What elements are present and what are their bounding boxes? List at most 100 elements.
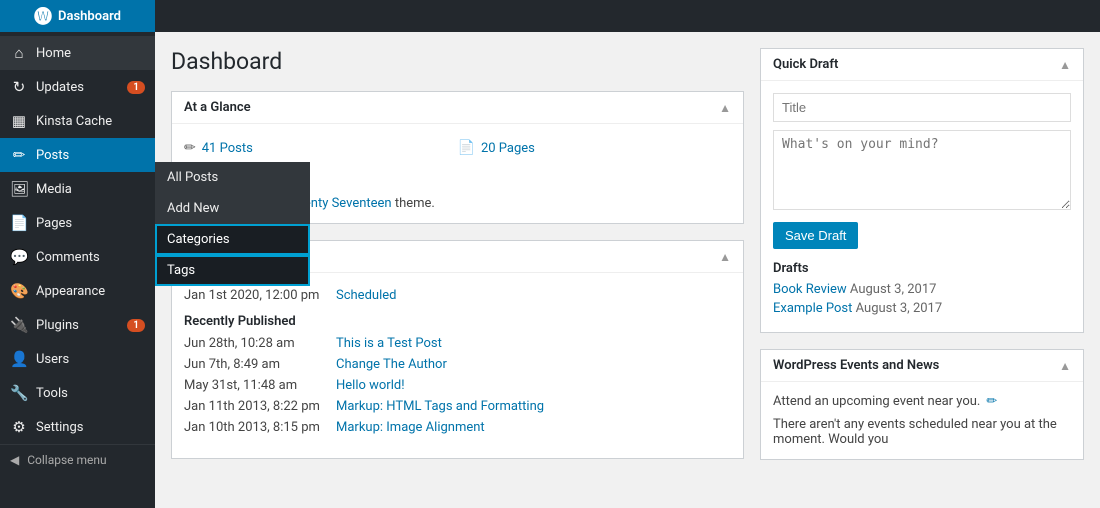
stat-pages[interactable]: 📄 20 Pages	[458, 136, 732, 160]
activity-link-2[interactable]: Change The Author	[336, 357, 447, 372]
quick-draft-title: Quick Draft	[773, 57, 838, 72]
no-events-text: There aren't any events scheduled near y…	[773, 417, 1071, 447]
stat-posts[interactable]: ✏ 41 Posts	[184, 136, 458, 160]
settings-icon: ⚙	[10, 418, 28, 436]
collapse-label: Collapse menu	[27, 453, 106, 467]
right-panel: Quick Draft ▲ Save Draft Drafts Book Rev…	[760, 32, 1100, 508]
sidebar-item-settings[interactable]: ⚙ Settings	[0, 410, 155, 444]
recently-published-section: Recently Published Jun 28th, 10:28 am Th…	[184, 314, 731, 438]
at-a-glance-toggle[interactable]: ▲	[719, 101, 731, 115]
sidebar-item-media[interactable]: 🖼 Media	[0, 172, 155, 206]
flyout-item-all-posts[interactable]: All Posts	[155, 162, 310, 193]
quick-draft-body-input[interactable]	[773, 130, 1071, 210]
sidebar-item-kinsta-cache[interactable]: ▦ Kinsta Cache	[0, 104, 155, 138]
sidebar-item-tools[interactable]: 🔧 Tools	[0, 376, 155, 410]
activity-date-1: Jun 28th, 10:28 am	[184, 336, 324, 351]
activity-link-5[interactable]: Markup: Image Alignment	[336, 420, 485, 435]
posts-flyout-menu: All Posts Add New Categories Tags	[155, 162, 310, 286]
at-a-glance-title: At a Glance	[184, 100, 251, 115]
comments-icon: 💬	[10, 248, 28, 266]
flyout-item-tags[interactable]: Tags	[155, 255, 310, 286]
quick-draft-toggle[interactable]: ▲	[1059, 58, 1071, 72]
wp-events-title: WordPress Events and News	[773, 358, 939, 373]
media-icon: 🖼	[10, 180, 28, 198]
wp-events-header: WordPress Events and News ▲	[761, 350, 1083, 382]
quick-draft-widget: Quick Draft ▲ Save Draft Drafts Book Rev…	[760, 48, 1084, 333]
drafts-section: Drafts Book Review August 3, 2017 Exampl…	[773, 261, 1071, 316]
admin-bar-logo[interactable]: 🅦 Dashboard	[0, 0, 155, 32]
draft-link-2[interactable]: Example Post	[773, 301, 852, 316]
draft-date-1: August 3, 2017	[850, 282, 937, 297]
draft-item-2: Example Post August 3, 2017	[773, 301, 1071, 316]
activity-date-2: Jun 7th, 8:49 am	[184, 357, 324, 372]
wp-logo-icon: 🅦	[34, 3, 52, 29]
collapse-menu[interactable]: ◀ Collapse menu	[0, 444, 155, 475]
stat-posts-icon: ✏	[184, 140, 196, 156]
activity-item-5: Jan 10th 2013, 8:15 pm Markup: Image Ali…	[184, 417, 731, 438]
sidebar-item-comments[interactable]: 💬 Comments	[0, 240, 155, 274]
activity-link-1[interactable]: This is a Test Post	[336, 336, 442, 351]
save-draft-button[interactable]: Save Draft	[773, 222, 858, 249]
sidebar-posts-label: Posts	[36, 148, 145, 163]
home-icon: ⌂	[10, 44, 28, 62]
sidebar-kinsta-label: Kinsta Cache	[36, 114, 145, 129]
activity-item-2: Jun 7th, 8:49 am Change The Author	[184, 354, 731, 375]
activity-body: Jan 1st 2020, 12:00 pm Scheduled Recentl…	[172, 273, 743, 458]
posts-icon: ✏	[10, 146, 28, 164]
sidebar-users-label: Users	[36, 352, 145, 367]
plugins-badge: 1	[127, 319, 145, 332]
activity-link-4[interactable]: Markup: HTML Tags and Formatting	[336, 399, 544, 414]
users-icon: 👤	[10, 350, 28, 368]
sidebar-plugins-label: Plugins	[36, 318, 119, 333]
activity-item-4: Jan 11th 2013, 8:22 pm Markup: HTML Tags…	[184, 396, 731, 417]
stat-pages-icon: 📄	[458, 140, 475, 156]
tools-icon: 🔧	[10, 384, 28, 402]
activity-date-3: May 31st, 11:48 am	[184, 378, 324, 393]
activity-toggle[interactable]: ▲	[719, 250, 731, 264]
activity-date-5: Jan 10th 2013, 8:15 pm	[184, 420, 324, 435]
flyout-item-categories[interactable]: Categories	[155, 224, 310, 255]
activity-item-3: May 31st, 11:48 am Hello world!	[184, 375, 731, 396]
scheduled-section: Jan 1st 2020, 12:00 pm Scheduled	[184, 285, 731, 306]
sidebar-settings-label: Settings	[36, 420, 145, 435]
sidebar-item-appearance[interactable]: 🎨 Appearance	[0, 274, 155, 308]
activity-link-3[interactable]: Hello world!	[336, 378, 405, 393]
sidebar-home-label: Home	[36, 46, 145, 61]
draft-date-2: August 3, 2017	[856, 301, 943, 316]
draft-link-1[interactable]: Book Review	[773, 282, 847, 297]
plugins-icon: 🔌	[10, 316, 28, 334]
pages-icon: 📄	[10, 214, 28, 232]
sidebar-tools-label: Tools	[36, 386, 145, 401]
quick-draft-body: Save Draft Drafts Book Review August 3, …	[761, 81, 1083, 332]
updates-badge: 1	[127, 81, 145, 94]
appearance-icon: 🎨	[10, 282, 28, 300]
draft-item-1: Book Review August 3, 2017	[773, 282, 1071, 297]
admin-bar-title: Dashboard	[58, 9, 121, 24]
scheduled-date: Jan 1st 2020, 12:00 pm	[184, 288, 324, 303]
sidebar-item-plugins[interactable]: 🔌 Plugins 1	[0, 308, 155, 342]
sidebar-item-pages[interactable]: 📄 Pages	[0, 206, 155, 240]
wp-events-toggle[interactable]: ▲	[1059, 359, 1071, 373]
quick-draft-title-input[interactable]	[773, 93, 1071, 122]
sidebar-item-users[interactable]: 👤 Users	[0, 342, 155, 376]
sidebar: 🅦 Dashboard ⌂ Home ↻ Updates 1 ▦ Kinsta …	[0, 0, 155, 508]
stat-pages-count: 20 Pages	[481, 141, 535, 156]
sidebar-navigation: ⌂ Home ↻ Updates 1 ▦ Kinsta Cache ✏ Post…	[0, 32, 155, 508]
sidebar-item-updates[interactable]: ↻ Updates 1	[0, 70, 155, 104]
sidebar-item-home[interactable]: ⌂ Home	[0, 36, 155, 70]
scheduled-status[interactable]: Scheduled	[336, 288, 396, 303]
sidebar-media-label: Media	[36, 182, 145, 197]
quick-draft-header: Quick Draft ▲	[761, 49, 1083, 81]
sidebar-comments-label: Comments	[36, 250, 145, 265]
wp-events-widget: WordPress Events and News ▲ Attend an up…	[760, 349, 1084, 460]
flyout-item-add-new[interactable]: Add New	[155, 193, 310, 224]
drafts-title: Drafts	[773, 261, 1071, 276]
edit-location-icon[interactable]: ✏	[986, 394, 997, 409]
wp-events-body: Attend an upcoming event near you. ✏ The…	[761, 382, 1083, 459]
kinsta-cache-icon: ▦	[10, 112, 28, 130]
sidebar-appearance-label: Appearance	[36, 284, 145, 299]
recently-published-label: Recently Published	[184, 314, 731, 329]
events-description: Attend an upcoming event near you. ✏	[773, 394, 1071, 409]
activity-item-1: Jun 28th, 10:28 am This is a Test Post	[184, 333, 731, 354]
sidebar-item-posts[interactable]: ✏ Posts	[0, 138, 155, 172]
